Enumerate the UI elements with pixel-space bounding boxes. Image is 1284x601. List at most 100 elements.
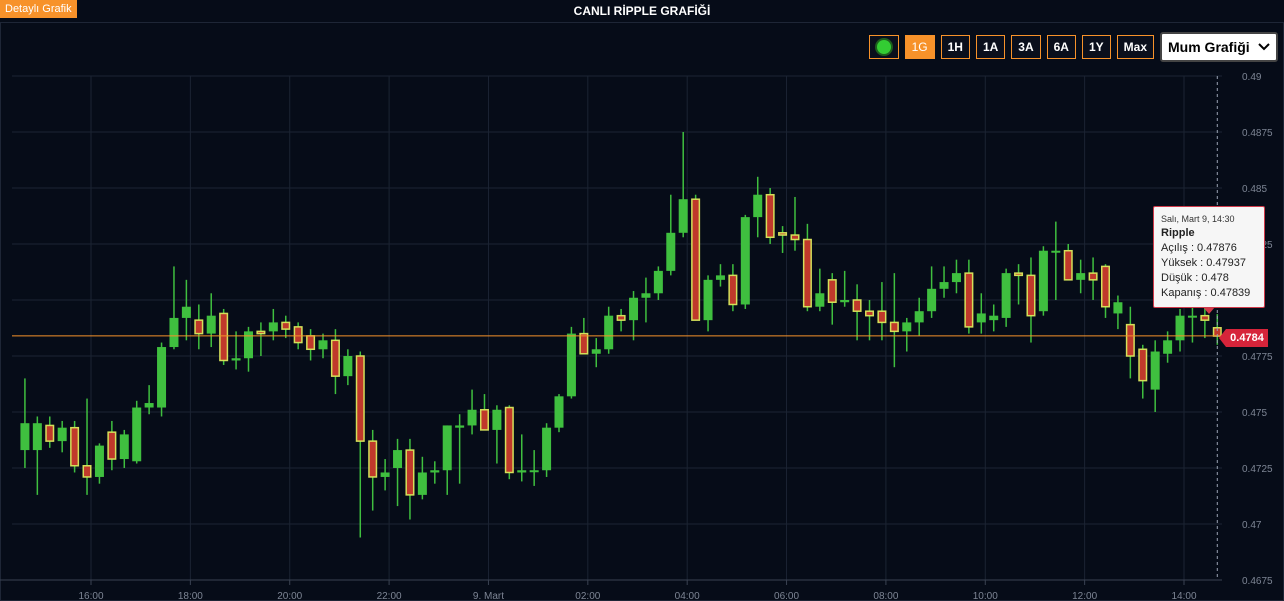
x-tick-label: 22:00 [377,591,402,601]
tooltip-close: Kapanış : 0.47839 [1161,287,1251,299]
candle-body-up [1113,302,1123,314]
candle-body-down [1063,249,1073,281]
x-tick-label: 04:00 [675,591,700,601]
candle-body-up [840,300,850,303]
candle-body-up [703,279,713,321]
candle-body-up [740,217,750,305]
candle-body-up [157,347,167,408]
candle-body-up [641,293,651,298]
y-tick-label: 0.4675 [1242,576,1273,587]
candle-body-down [616,314,626,321]
candle-body-up [591,349,601,354]
candle-body-down [1138,348,1148,382]
candle-body-down [1088,272,1098,281]
candle-body-down [504,406,514,474]
candle-body-up [653,270,663,294]
candle-body-down [405,449,415,496]
candle-body-down [355,355,365,442]
candle-body-down [330,339,340,377]
candle-body-down [877,310,887,324]
candle-body-up [1051,250,1061,253]
tooltip-pointer [1203,307,1215,314]
range-button-max[interactable]: Max [1116,35,1154,59]
candle-body-down [281,321,291,330]
y-tick-label: 0.4775 [1242,352,1273,363]
x-tick-label: 10:00 [973,591,998,601]
y-tick-label: 0.49 [1242,72,1262,83]
candle-body-up [1038,250,1048,312]
candle-body-down [70,426,80,467]
candle-tooltip: Salı, Mart 9, 14:30 Ripple Açılış : 0.47… [1153,206,1265,308]
candle-body-up [989,315,999,321]
candle-body-down [306,335,316,351]
candle-body-up [976,313,986,323]
range-button-3a[interactable]: 3A [1011,35,1041,59]
tooltip-low: Düşük : 0.478 [1161,272,1229,284]
y-tick-label: 0.47 [1242,520,1262,531]
price-badge-pointer [1219,329,1226,347]
x-tick-label: 12:00 [1072,591,1097,601]
candle-body-up [927,288,937,312]
candle-body-up [951,273,961,283]
candle-body-up [343,356,353,377]
candle-body-up [169,317,179,348]
candle-body-down [194,319,204,335]
candle-body-up [144,403,154,408]
y-tick-label: 0.4875 [1242,128,1273,139]
x-tick-label: 08:00 [873,591,898,601]
candle-body-up [94,445,104,477]
x-tick-label: 02:00 [575,591,600,601]
candle-body-up [1175,315,1185,341]
candle-body-down [256,330,266,335]
x-tick-label: 14:00 [1171,591,1196,601]
candle-body-up [417,472,427,495]
candle-body-up [902,322,912,332]
candle-body-down [1101,265,1111,308]
candle-body-down [852,299,862,312]
range-button-1a[interactable]: 1A [975,35,1006,59]
candle-body-down [778,232,788,236]
candle-body-up [629,297,639,321]
candle-body-up [393,450,403,468]
chart-widget: Detaylı Grafik CANLI RİPPLE GRAFİĞİ 0.46… [0,0,1284,601]
candle-body-up [132,407,142,462]
x-tick-label: 20:00 [277,591,302,601]
live-toggle-button[interactable] [868,35,899,59]
candle-body-down [790,234,800,241]
range-button-1h[interactable]: 1H [940,35,970,59]
tooltip-high: Yüksek : 0.47937 [1161,257,1247,269]
candle-body-up [206,315,216,334]
tooltip-open: Açılış : 0.47876 [1161,242,1237,254]
candle-body-down [219,312,229,362]
candle-body-down [827,279,837,303]
chevron-down-icon [1258,43,1270,51]
candle-body-up [1001,273,1011,318]
candle-body-up [566,333,576,397]
candle-body-up [1187,315,1197,318]
candle-body-up [455,425,465,428]
candle-body-up [678,199,688,233]
range-button-6a[interactable]: 6A [1046,35,1076,59]
candle-body-down [107,431,117,460]
candle-body-up [604,315,614,350]
chart-type-label: Mum Grafiği [1168,39,1250,55]
candle-body-down [1026,274,1036,317]
range-button-1y[interactable]: 1Y [1081,35,1111,59]
candle-body-up [542,427,552,471]
candle-body-down [368,440,378,478]
x-tick-label: 16:00 [78,591,103,601]
candle-body-up [666,232,676,271]
chart-type-select[interactable]: Mum Grafiği [1160,32,1278,62]
candle-body-up [529,470,539,473]
candle-body-down [479,409,489,431]
range-button-1g[interactable]: 1G [904,35,935,59]
candle-body-down [82,465,92,478]
candle-body-up [268,322,278,332]
candle-body-down [889,321,899,333]
y-tick-label: 0.4725 [1242,464,1273,475]
candle-body-up [231,358,241,361]
range-toolbar: 1G 1H 1A 3A 6A 1Y Max Mum Grafiği [868,32,1278,62]
candle-body-down [728,274,738,306]
candle-body-up [939,282,949,289]
candle-body-up [20,423,30,451]
